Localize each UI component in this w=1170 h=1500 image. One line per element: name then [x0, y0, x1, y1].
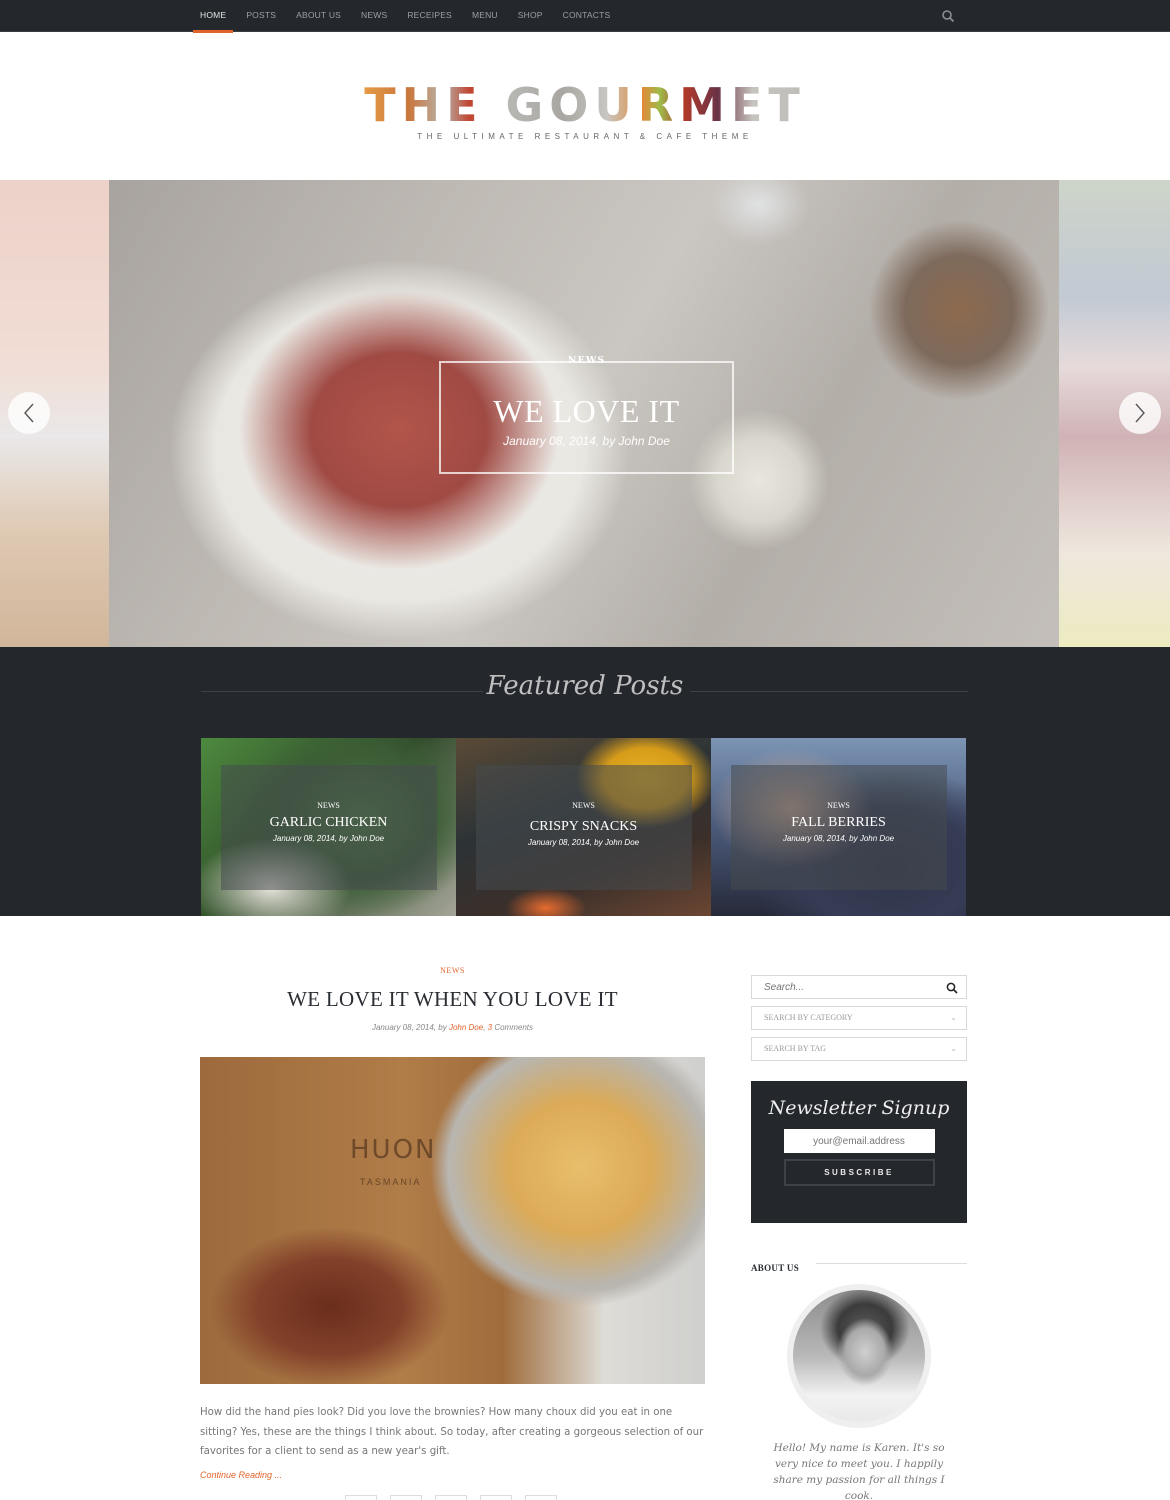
about-us-text: Hello! My name is Karen. It's so very ni… [773, 1442, 945, 1500]
card-meta: January 08, 2014, by John Doe [527, 838, 640, 847]
image-brand-text: HUON [350, 1135, 437, 1165]
featured-card[interactable]: NEWS CRISPY SNACKS January 08, 2014, by … [456, 738, 711, 916]
newsletter-title: Newsletter Signup [768, 1097, 950, 1119]
continue-reading-link[interactable]: Continue Reading ... [200, 1470, 282, 1480]
featured-posts-section: Featured Posts NEWS GARLIC CHICKEN Janua… [0, 647, 1170, 916]
image-brand-subtext: TASMANIA [360, 1177, 422, 1187]
category-select[interactable]: SEARCH BY CATEGORY ⌄ [751, 1006, 967, 1030]
nav-item-receipes[interactable]: RECEIPES [400, 0, 459, 32]
search-icon[interactable] [946, 981, 958, 999]
share-button[interactable] [435, 1495, 467, 1500]
featured-heading: Featured Posts [486, 671, 684, 701]
share-buttons [345, 1495, 557, 1500]
post-title[interactable]: WE LOVE IT WHEN YOU LOVE IT [200, 987, 705, 1012]
post-category[interactable]: NEWS [200, 966, 705, 975]
share-button[interactable] [390, 1495, 422, 1500]
share-button[interactable] [480, 1495, 512, 1500]
card-category: NEWS [317, 801, 340, 810]
share-button[interactable] [525, 1495, 557, 1500]
nav-item-home[interactable]: HOME [193, 0, 234, 33]
nav-menu: HOME POSTS ABOUT US NEWS RECEIPES MENU S… [193, 0, 623, 33]
chevron-left-icon [24, 403, 34, 423]
card-text: NEWS GARLIC CHICKEN January 08, 2014, by… [201, 801, 456, 843]
featured-card[interactable]: NEWS GARLIC CHICKEN January 08, 2014, by… [201, 738, 456, 916]
post-excerpt: How did the hand pies look? Did you love… [200, 1407, 704, 1457]
chevron-right-icon [1135, 403, 1145, 423]
nav-item-shop[interactable]: SHOP [511, 0, 550, 32]
card-title: GARLIC CHICKEN [269, 815, 388, 830]
hero-category[interactable]: NEWS [441, 355, 732, 366]
tag-select-value: SEARCH BY TAG [764, 1044, 827, 1053]
about-us-heading: ABOUT US [751, 1258, 967, 1273]
chevron-down-icon: ⌄ [950, 1044, 957, 1053]
sidebar: SEARCH BY CATEGORY ⌄ SEARCH BY TAG ⌄ New… [751, 975, 967, 1500]
logo-title: THE GOURMET [364, 78, 806, 132]
sidebar-search [751, 975, 967, 999]
search-input[interactable] [752, 976, 932, 998]
nav-item-posts[interactable]: POSTS [239, 0, 283, 32]
avatar [787, 1284, 931, 1428]
post-comments-label: Comments [492, 1023, 533, 1032]
nav-item-about-us[interactable]: ABOUT US [289, 0, 348, 32]
card-meta: January 08, 2014, by John Doe [782, 834, 895, 843]
card-text: NEWS CRISPY SNACKS January 08, 2014, by … [456, 801, 711, 847]
hero-category-label: NEWS [567, 355, 606, 366]
newsletter-widget: Newsletter Signup SUBSCRIBE [751, 1081, 967, 1223]
featured-cards: NEWS GARLIC CHICKEN January 08, 2014, by… [201, 738, 966, 916]
category-select-value: SEARCH BY CATEGORY [764, 1013, 853, 1022]
hero-title[interactable]: WE LOVE IT [441, 393, 732, 430]
post-author-link[interactable]: John Doe [449, 1023, 483, 1032]
post-date: January 08, 2014, by [371, 1023, 449, 1032]
blog-post: NEWS WE LOVE IT WHEN YOU LOVE IT January… [200, 960, 705, 1500]
card-text: NEWS FALL BERRIES January 08, 2014, by J… [711, 801, 966, 843]
chevron-down-icon: ⌄ [950, 1013, 957, 1022]
hero-caption[interactable]: NEWS WE LOVE IT January 08, 2014, by Joh… [439, 355, 734, 474]
logo-tagline: THE ULTIMATE RESTAURANT & CAFE THEME [417, 132, 753, 141]
card-category: NEWS [827, 801, 850, 810]
slider-prev-button[interactable] [8, 392, 50, 434]
card-title: FALL BERRIES [791, 815, 886, 830]
top-navigation: HOME POSTS ABOUT US NEWS RECEIPES MENU S… [0, 0, 1170, 33]
search-icon[interactable] [941, 9, 955, 23]
featured-card[interactable]: NEWS FALL BERRIES January 08, 2014, by J… [711, 738, 966, 916]
tag-select[interactable]: SEARCH BY TAG ⌄ [751, 1037, 967, 1061]
hero-meta: January 08, 2014, by John Doe [503, 434, 670, 448]
share-button[interactable] [345, 1495, 377, 1500]
post-featured-image[interactable]: HUON TASMANIA [200, 1057, 705, 1384]
email-field[interactable] [783, 1129, 935, 1153]
card-title: CRISPY SNACKS [529, 819, 638, 834]
slider-next-button[interactable] [1119, 392, 1161, 434]
nav-item-news[interactable]: NEWS [354, 0, 394, 32]
subscribe-button[interactable]: SUBSCRIBE [783, 1159, 935, 1186]
card-meta: January 08, 2014, by John Doe [272, 834, 385, 843]
card-category: NEWS [572, 801, 595, 810]
nav-item-menu[interactable]: MENU [465, 0, 505, 32]
about-us-title: ABOUT US [751, 1263, 809, 1273]
post-meta: January 08, 2014, by John Doe, 3 Comment… [200, 1023, 705, 1032]
nav-item-contacts[interactable]: CONTACTS [556, 0, 618, 32]
site-logo[interactable]: THE GOURMET THE ULTIMATE RESTAURANT & CA… [0, 80, 1170, 141]
